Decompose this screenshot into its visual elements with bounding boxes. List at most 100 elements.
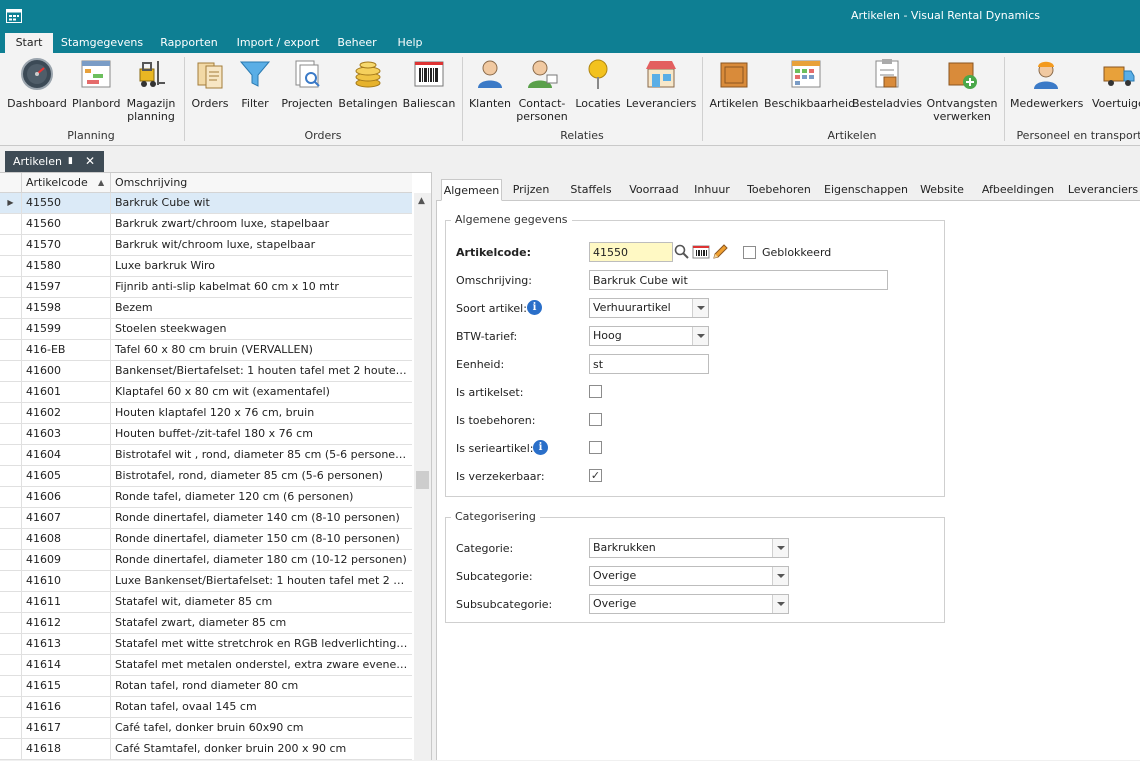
soort-artikel-select[interactable]: Verhuurartikel — [589, 298, 709, 318]
cell-omschrijving[interactable]: Café tafel, donker bruin 60x90 cm — [111, 718, 412, 739]
table-row[interactable]: 41603 Houten buffet-/zit-tafel 180 x 76 c… — [0, 424, 412, 445]
is-serieartikel-checkbox[interactable] — [589, 441, 602, 454]
search-icon[interactable] — [673, 243, 691, 261]
btw-tarief-select[interactable]: Hoog — [589, 326, 709, 346]
cell-omschrijving[interactable]: Statafel wit, diameter 85 cm — [111, 592, 412, 613]
cell-omschrijving[interactable]: Bankenset/Biertafelset: 1 houten tafel m… — [111, 361, 412, 382]
menu-stamgegevens[interactable]: Stamgegevens — [57, 33, 147, 53]
tab-algemeen[interactable]: Algemeen — [441, 179, 502, 201]
cell-artikelcode[interactable]: 41616 — [22, 697, 111, 718]
info-icon[interactable]: i — [527, 300, 542, 315]
subcategorie-select[interactable]: Overige — [589, 566, 789, 586]
cell-omschrijving[interactable]: Barkruk Cube wit — [111, 193, 412, 214]
table-row[interactable]: 41608 Ronde dinertafel, diameter 150 cm (… — [0, 529, 412, 550]
cell-artikelcode[interactable]: 41604 — [22, 445, 111, 466]
tab-inhuur[interactable]: Inhuur — [690, 179, 734, 201]
tab-afbeeldingen[interactable]: Afbeeldingen — [978, 179, 1058, 201]
artikelen-button[interactable]: Artikelen — [708, 55, 760, 110]
cell-omschrijving[interactable]: Bezem — [111, 298, 412, 319]
cell-artikelcode[interactable]: 41606 — [22, 487, 111, 508]
subsubcategorie-select[interactable]: Overige — [589, 594, 789, 614]
cell-artikelcode[interactable]: 41610 — [22, 571, 111, 592]
cell-omschrijving[interactable]: Statafel met metalen onderstel, extra zw… — [111, 655, 412, 676]
cell-artikelcode[interactable]: 41612 — [22, 613, 111, 634]
edit-pencil-icon[interactable] — [711, 243, 729, 261]
cell-artikelcode[interactable]: 41599 — [22, 319, 111, 340]
medewerkers-button[interactable]: Medewerkers — [1010, 55, 1083, 110]
locaties-button[interactable]: Locaties — [574, 55, 622, 110]
scroll-up-arrow-icon[interactable]: ▲ — [418, 196, 425, 206]
cell-omschrijving[interactable]: Barkruk wit/chroom luxe, stapelbaar — [111, 235, 412, 256]
pin-icon[interactable]: ▮ — [68, 151, 73, 172]
tab-website[interactable]: Website — [917, 179, 967, 201]
barcode-icon[interactable] — [692, 243, 710, 261]
cell-artikelcode[interactable]: 41550 — [22, 193, 111, 214]
cell-artikelcode[interactable]: 41615 — [22, 676, 111, 697]
chevron-down-icon[interactable] — [692, 299, 708, 317]
eenheid-input[interactable] — [589, 354, 709, 374]
betalingen-button[interactable]: Betalingen — [338, 55, 398, 110]
menu-beheer[interactable]: Beheer — [333, 33, 381, 53]
menu-help[interactable]: Help — [390, 33, 430, 53]
cell-artikelcode[interactable]: 41601 — [22, 382, 111, 403]
cell-artikelcode[interactable]: 416-EB — [22, 340, 111, 361]
cell-artikelcode[interactable]: 41602 — [22, 403, 111, 424]
artikelcode-input[interactable] — [589, 242, 673, 262]
cell-omschrijving[interactable]: Ronde dinertafel, diameter 150 cm (8-10 … — [111, 529, 412, 550]
cell-artikelcode[interactable]: 41608 — [22, 529, 111, 550]
cell-omschrijving[interactable]: Tafel 60 x 80 cm bruin (VERVALLEN) — [111, 340, 412, 361]
cell-omschrijving[interactable]: Ronde dinertafel, diameter 180 cm (10-12… — [111, 550, 412, 571]
document-tab-artikelen[interactable]: Artikelen ▮ ✕ — [5, 151, 104, 172]
cell-omschrijving[interactable]: Statafel zwart, diameter 85 cm — [111, 613, 412, 634]
cell-omschrijving[interactable]: Bistrotafel wit , rond, diameter 85 cm (… — [111, 445, 412, 466]
tab-eigenschappen[interactable]: Eigenschappen — [824, 179, 908, 201]
cell-artikelcode[interactable]: 41597 — [22, 277, 111, 298]
chevron-down-icon[interactable] — [772, 595, 788, 613]
tab-leveranciers[interactable]: Leveranciers — [1066, 179, 1140, 201]
cell-omschrijving[interactable]: Rotan tafel, rond diameter 80 cm — [111, 676, 412, 697]
close-icon[interactable]: ✕ — [85, 151, 95, 172]
contactpersonen-button[interactable]: Contact- personen — [514, 55, 570, 123]
menu-start[interactable]: Start — [5, 33, 53, 53]
table-row[interactable]: 41605 Bistrotafel, rond, diameter 85 cm (… — [0, 466, 412, 487]
grid-vertical-scrollbar[interactable]: ▲ — [414, 193, 431, 761]
cell-artikelcode[interactable]: 41613 — [22, 634, 111, 655]
cell-omschrijving[interactable]: Barkruk zwart/chroom luxe, stapelbaar — [111, 214, 412, 235]
cell-omschrijving[interactable]: Stoelen steekwagen — [111, 319, 412, 340]
magazijn-planning-button[interactable]: Magazijn planning — [124, 55, 178, 123]
cell-artikelcode[interactable]: 41570 — [22, 235, 111, 256]
cell-artikelcode[interactable]: 41598 — [22, 298, 111, 319]
cell-omschrijving[interactable]: Houten klaptafel 120 x 76 cm, bruin — [111, 403, 412, 424]
tab-prijzen[interactable]: Prijzen — [506, 179, 556, 201]
column-header-omschrijving[interactable]: Omschrijving — [111, 173, 412, 193]
cell-artikelcode[interactable]: 41617 — [22, 718, 111, 739]
info-icon[interactable]: i — [533, 440, 548, 455]
cell-omschrijving[interactable]: Luxe barkruk Wiro — [111, 256, 412, 277]
beschikbaarheid-button[interactable]: Beschikbaarheid — [764, 55, 855, 110]
projecten-button[interactable]: Projecten — [280, 55, 334, 110]
cell-artikelcode[interactable]: 41607 — [22, 508, 111, 529]
is-artikelset-checkbox[interactable] — [589, 385, 602, 398]
table-row[interactable]: 416-EB Tafel 60 x 80 cm bruin (VERVALLEN) — [0, 340, 412, 361]
tab-toebehoren[interactable]: Toebehoren — [744, 179, 814, 201]
categorie-select[interactable]: Barkrukken — [589, 538, 789, 558]
cell-artikelcode[interactable]: 41609 — [22, 550, 111, 571]
cell-omschrijving[interactable]: Ronde dinertafel, diameter 140 cm (8-10 … — [111, 508, 412, 529]
table-row[interactable]: 41606 Ronde tafel, diameter 120 cm (6 per… — [0, 487, 412, 508]
baliescan-button[interactable]: Baliescan — [402, 55, 456, 110]
table-row[interactable]: 41616 Rotan tafel, ovaal 145 cm — [0, 697, 412, 718]
cell-omschrijving[interactable]: Café Stamtafel, donker bruin 200 x 90 cm — [111, 739, 412, 760]
cell-artikelcode[interactable]: 41611 — [22, 592, 111, 613]
cell-artikelcode[interactable]: 41560 — [22, 214, 111, 235]
cell-omschrijving[interactable]: Ronde tafel, diameter 120 cm (6 personen… — [111, 487, 412, 508]
table-row[interactable]: 41615 Rotan tafel, rond diameter 80 cm — [0, 676, 412, 697]
column-header-artikelcode[interactable]: Artikelcode ▲ — [22, 173, 111, 193]
table-row[interactable]: 41604 Bistrotafel wit , rond, diameter 85… — [0, 445, 412, 466]
cell-omschrijving[interactable]: Statafel met witte stretchrok en RGB led… — [111, 634, 412, 655]
table-row[interactable]: 41617 Café tafel, donker bruin 60x90 cm — [0, 718, 412, 739]
chevron-down-icon[interactable] — [772, 567, 788, 585]
chevron-down-icon[interactable] — [692, 327, 708, 345]
is-toebehoren-checkbox[interactable] — [589, 413, 602, 426]
menu-import-export[interactable]: Import / export — [232, 33, 324, 53]
cell-artikelcode[interactable]: 41600 — [22, 361, 111, 382]
